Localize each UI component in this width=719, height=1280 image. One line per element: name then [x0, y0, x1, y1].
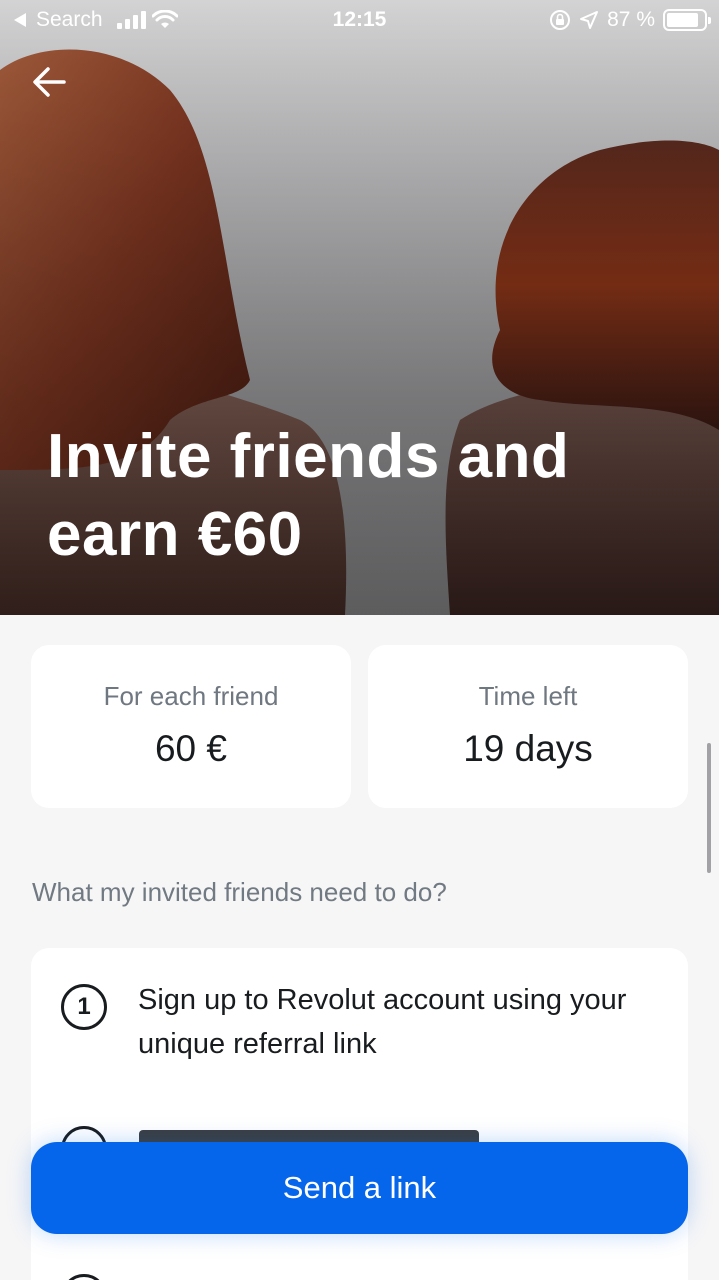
stat-label: Time left	[478, 681, 578, 711]
scroll-indicator[interactable]	[707, 743, 711, 873]
stat-label: For each friend	[103, 681, 279, 711]
stat-value: 60 €	[154, 728, 227, 769]
step-number-badge: 1	[61, 984, 107, 1030]
battery-icon	[663, 9, 711, 31]
requirements-heading: What my invited friends need to do?	[32, 877, 447, 907]
list-item: 1 Sign up to Revolut account using your …	[61, 984, 638, 1066]
orientation-lock-icon	[550, 10, 571, 30]
title-line-1: Invite friends and	[47, 422, 570, 491]
title-line-2: earn €60	[47, 500, 303, 569]
step-number-badge-partial	[61, 1274, 107, 1280]
stat-card-reward: For each friend 60 €	[31, 645, 351, 808]
location-icon	[580, 11, 599, 29]
battery-percent: 87 %	[607, 8, 655, 31]
send-link-button[interactable]: Send a link	[31, 1142, 688, 1234]
battery-level	[667, 13, 699, 27]
step-text: Sign up to Revolut account using your un…	[138, 984, 627, 1060]
back-arrow-icon[interactable]	[28, 60, 72, 104]
page-title: Invite friends and earn €60	[47, 418, 687, 574]
stat-card-time-left: Time left 19 days	[368, 645, 688, 808]
status-bar: Search 12:15 87 %	[0, 0, 719, 40]
stat-value: 19 days	[463, 728, 593, 769]
hero-banner: Search 12:15 87 % Invite friends and ear…	[0, 0, 719, 615]
